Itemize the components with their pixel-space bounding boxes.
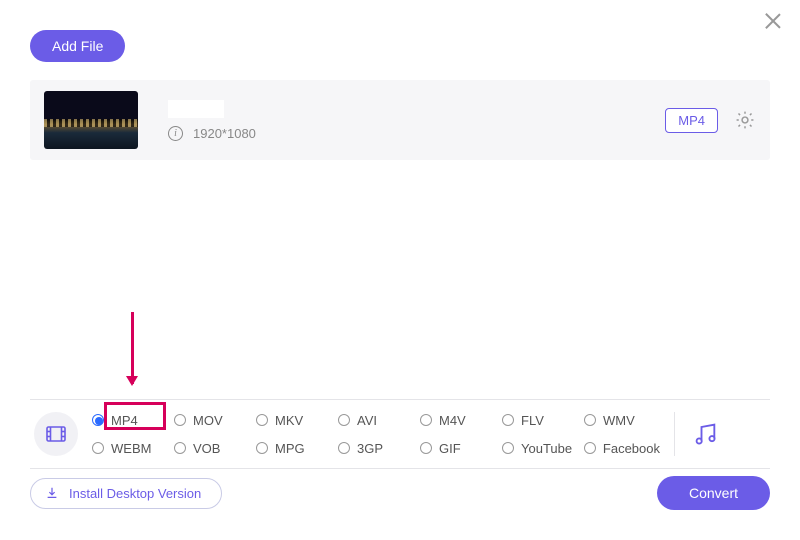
download-icon (45, 486, 59, 500)
convert-button[interactable]: Convert (657, 476, 770, 510)
format-option-avi[interactable]: AVI (336, 412, 416, 429)
format-option-webm[interactable]: WEBM (90, 440, 170, 457)
format-panel: MP4 MOV MKV AVI M4V FLV WMV WEBM VOB MPG… (30, 399, 770, 469)
format-option-wmv[interactable]: WMV (582, 412, 662, 429)
format-option-youtube[interactable]: YouTube (500, 440, 580, 457)
file-format-button[interactable]: MP4 (665, 108, 718, 133)
format-label: MKV (275, 413, 303, 428)
info-icon[interactable]: i (168, 126, 183, 141)
format-label: M4V (439, 413, 466, 428)
format-label: WMV (603, 413, 635, 428)
format-label: MPG (275, 441, 305, 456)
format-option-3gp[interactable]: 3GP (336, 440, 416, 457)
add-file-button[interactable]: Add File (30, 30, 125, 62)
format-option-vob[interactable]: VOB (172, 440, 252, 457)
install-desktop-label: Install Desktop Version (69, 486, 201, 501)
file-name (168, 100, 224, 118)
format-label: YouTube (521, 441, 572, 456)
format-label: MOV (193, 413, 223, 428)
format-option-mp4[interactable]: MP4 (90, 412, 170, 429)
divider (674, 412, 675, 456)
format-label: WEBM (111, 441, 151, 456)
install-desktop-button[interactable]: Install Desktop Version (30, 478, 222, 509)
format-option-mov[interactable]: MOV (172, 412, 252, 429)
formats-grid: MP4 MOV MKV AVI M4V FLV WMV WEBM VOB MPG… (90, 408, 662, 460)
close-icon[interactable] (764, 12, 782, 30)
format-label: GIF (439, 441, 461, 456)
format-label: 3GP (357, 441, 383, 456)
format-option-m4v[interactable]: M4V (418, 412, 498, 429)
format-option-mkv[interactable]: MKV (254, 412, 334, 429)
format-label: MP4 (111, 413, 138, 428)
format-option-mpg[interactable]: MPG (254, 440, 334, 457)
file-item: i 1920*1080 MP4 (30, 80, 770, 160)
file-meta: i 1920*1080 (168, 100, 256, 141)
annotation-arrow (131, 312, 134, 384)
format-label: Facebook (603, 441, 660, 456)
format-option-gif[interactable]: GIF (418, 440, 498, 457)
video-icon[interactable] (34, 412, 78, 456)
format-label: VOB (193, 441, 220, 456)
bottom-bar: Install Desktop Version Convert (30, 476, 770, 510)
format-label: AVI (357, 413, 377, 428)
gear-icon[interactable] (734, 109, 756, 131)
music-icon[interactable] (691, 420, 719, 448)
file-resolution: 1920*1080 (193, 126, 256, 141)
file-thumbnail (44, 91, 138, 149)
format-option-flv[interactable]: FLV (500, 412, 580, 429)
format-label: FLV (521, 413, 544, 428)
format-option-facebook[interactable]: Facebook (582, 440, 662, 457)
